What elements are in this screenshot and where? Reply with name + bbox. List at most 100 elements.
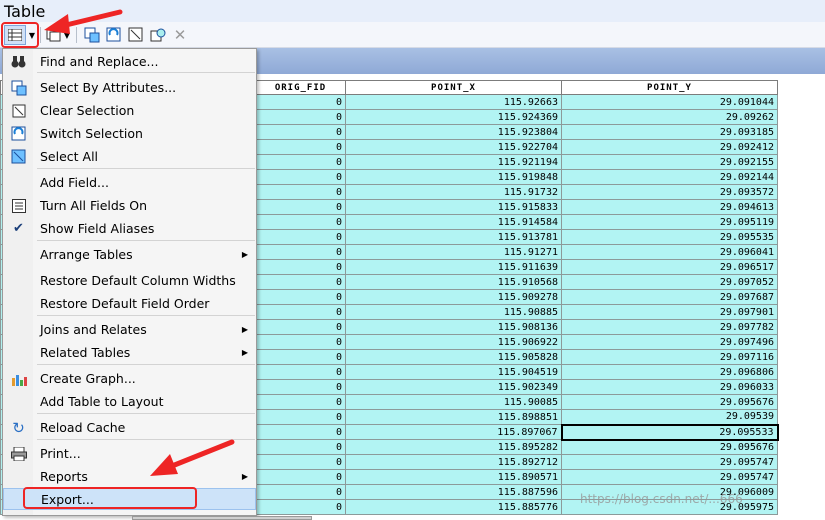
- menu-item-create-graph[interactable]: Create Graph...: [3, 367, 256, 389]
- cell-point-y[interactable]: 29.096517: [561, 259, 778, 275]
- cell-orig-fid[interactable]: 0: [255, 184, 346, 200]
- cell-point-y[interactable]: 29.095676: [561, 394, 778, 410]
- cell-point-x[interactable]: 115.921194: [345, 154, 562, 170]
- cell-point-x[interactable]: 115.919848: [345, 169, 562, 185]
- cell-orig-fid[interactable]: 0: [255, 424, 346, 440]
- cell-point-x[interactable]: 115.897067: [345, 424, 562, 440]
- cell-point-y[interactable]: 29.096033: [561, 379, 778, 395]
- select-by-attributes-button[interactable]: [82, 25, 102, 45]
- cell-orig-fid[interactable]: 0: [255, 409, 346, 425]
- cell-point-x[interactable]: 115.913781: [345, 229, 562, 245]
- cell-point-x[interactable]: 115.890571: [345, 469, 562, 485]
- cell-point-x[interactable]: 115.906922: [345, 334, 562, 350]
- cell-orig-fid[interactable]: 0: [255, 94, 346, 110]
- menu-item-reports[interactable]: Reports ▶: [3, 465, 256, 487]
- cell-point-y[interactable]: 29.097116: [561, 349, 778, 365]
- cell-point-x[interactable]: 115.898851: [345, 409, 562, 425]
- zoom-to-selected-button[interactable]: [148, 25, 168, 45]
- menu-item-add-field[interactable]: Add Field...: [3, 171, 256, 193]
- cell-orig-fid[interactable]: 0: [255, 169, 346, 185]
- menu-item-clear-selection[interactable]: Clear Selection: [3, 99, 256, 121]
- cell-point-y[interactable]: 29.09539: [561, 409, 778, 425]
- delete-selected-button[interactable]: ✕: [170, 25, 190, 45]
- cell-point-y[interactable]: 29.092155: [561, 154, 778, 170]
- cell-point-y[interactable]: 29.097052: [561, 274, 778, 290]
- menu-item-reload-cache[interactable]: ↻ Reload Cache: [3, 416, 256, 438]
- cell-orig-fid[interactable]: 0: [255, 259, 346, 275]
- cell-orig-fid[interactable]: 0: [255, 124, 346, 140]
- cell-orig-fid[interactable]: 0: [255, 199, 346, 215]
- cell-point-x[interactable]: 115.904519: [345, 364, 562, 380]
- menu-item-joins-and-relates[interactable]: Joins and Relates ▶: [3, 318, 256, 340]
- cell-point-y[interactable]: 29.095533: [560, 423, 779, 441]
- cell-orig-fid[interactable]: 0: [255, 484, 346, 500]
- menu-item-select-by-attributes[interactable]: Select By Attributes...: [3, 76, 256, 98]
- menu-item-restore-default-field-order[interactable]: Restore Default Field Order: [3, 292, 256, 314]
- horizontal-scrollbar[interactable]: [132, 516, 312, 520]
- cell-orig-fid[interactable]: 0: [255, 244, 346, 260]
- menu-item-select-all[interactable]: Select All: [3, 145, 256, 167]
- cell-orig-fid[interactable]: 0: [255, 364, 346, 380]
- related-tables-button[interactable]: [44, 25, 64, 45]
- cell-point-y[interactable]: 29.097901: [561, 304, 778, 320]
- cell-orig-fid[interactable]: 0: [255, 379, 346, 395]
- cell-point-y[interactable]: 29.093185: [561, 124, 778, 140]
- menu-item-restore-default-column-widths[interactable]: Restore Default Column Widths: [3, 269, 256, 291]
- cell-point-y[interactable]: 29.095535: [561, 229, 778, 245]
- cell-orig-fid[interactable]: 0: [255, 499, 346, 515]
- cell-point-x[interactable]: 115.915833: [345, 199, 562, 215]
- cell-orig-fid[interactable]: 0: [255, 214, 346, 230]
- clear-selection-button[interactable]: [126, 25, 146, 45]
- cell-point-x[interactable]: 115.909278: [345, 289, 562, 305]
- column-header-orig-fid[interactable]: ORIG_FID: [255, 80, 346, 95]
- cell-orig-fid[interactable]: 0: [255, 439, 346, 455]
- cell-point-x[interactable]: 115.923804: [345, 124, 562, 140]
- cell-orig-fid[interactable]: 0: [255, 469, 346, 485]
- cell-point-y[interactable]: 29.095747: [561, 454, 778, 470]
- cell-orig-fid[interactable]: 0: [255, 154, 346, 170]
- cell-point-x[interactable]: 115.908136: [345, 319, 562, 335]
- menu-item-switch-selection[interactable]: Switch Selection: [3, 122, 256, 144]
- cell-point-x[interactable]: 115.885776: [345, 499, 562, 515]
- related-tables-dropdown[interactable]: ▼: [62, 25, 72, 45]
- menu-item-arrange-tables[interactable]: Arrange Tables ▶: [3, 243, 256, 265]
- cell-orig-fid[interactable]: 0: [255, 334, 346, 350]
- cell-point-x[interactable]: 115.91271: [345, 244, 562, 260]
- cell-point-y[interactable]: 29.092412: [561, 139, 778, 155]
- cell-orig-fid[interactable]: 0: [255, 304, 346, 320]
- cell-orig-fid[interactable]: 0: [255, 394, 346, 410]
- cell-point-y[interactable]: 29.095676: [561, 439, 778, 455]
- cell-point-x[interactable]: 115.911639: [345, 259, 562, 275]
- cell-orig-fid[interactable]: 0: [255, 229, 346, 245]
- cell-point-y[interactable]: 29.091044: [561, 94, 778, 110]
- cell-orig-fid[interactable]: 0: [255, 139, 346, 155]
- cell-point-y[interactable]: 29.097687: [561, 289, 778, 305]
- cell-point-x[interactable]: 115.90085: [345, 394, 562, 410]
- column-header-point-y[interactable]: POINT_Y: [561, 80, 778, 95]
- cell-point-x[interactable]: 115.914584: [345, 214, 562, 230]
- switch-selection-button[interactable]: [104, 25, 124, 45]
- cell-orig-fid[interactable]: 0: [255, 454, 346, 470]
- cell-point-y[interactable]: 29.095119: [561, 214, 778, 230]
- menu-item-turn-all-fields-on[interactable]: Turn All Fields On: [3, 194, 256, 216]
- cell-point-y[interactable]: 29.097782: [561, 319, 778, 335]
- menu-item-find-and-replace[interactable]: Find and Replace...: [3, 50, 256, 72]
- cell-orig-fid[interactable]: 0: [255, 349, 346, 365]
- cell-point-x[interactable]: 115.90885: [345, 304, 562, 320]
- menu-item-add-table-to-layout[interactable]: Add Table to Layout: [3, 390, 256, 412]
- menu-item-print[interactable]: Print...: [3, 442, 256, 464]
- cell-point-x[interactable]: 115.905828: [345, 349, 562, 365]
- cell-orig-fid[interactable]: 0: [255, 274, 346, 290]
- cell-orig-fid[interactable]: 0: [255, 289, 346, 305]
- cell-point-x[interactable]: 115.892712: [345, 454, 562, 470]
- cell-point-x[interactable]: 115.887596: [345, 484, 562, 500]
- cell-point-y[interactable]: 29.097496: [561, 334, 778, 350]
- cell-point-x[interactable]: 115.895282: [345, 439, 562, 455]
- menu-item-related-tables[interactable]: Related Tables ▶: [3, 341, 256, 363]
- cell-point-y[interactable]: 29.092144: [561, 169, 778, 185]
- cell-point-y[interactable]: 29.09262: [561, 109, 778, 125]
- cell-point-x[interactable]: 115.924369: [345, 109, 562, 125]
- cell-point-y[interactable]: 29.095747: [561, 469, 778, 485]
- cell-point-x[interactable]: 115.922704: [345, 139, 562, 155]
- cell-orig-fid[interactable]: 0: [255, 109, 346, 125]
